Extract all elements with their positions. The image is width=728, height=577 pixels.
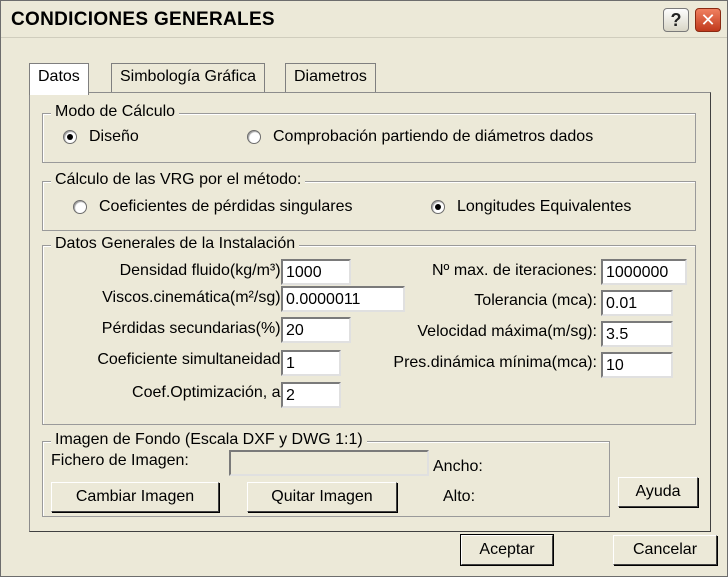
tab-panel-datos: Modo de Cálculo Diseño Comprobación part…: [29, 92, 711, 532]
input-pres-dinamica-minima[interactable]: 10: [601, 352, 673, 378]
radio-indicator[interactable]: [63, 130, 77, 144]
label-coeficiente-simultaneidad: Coeficiente simultaneidad:: [97, 351, 285, 368]
label-densidad-fluido: Densidad fluido(kg/m³):: [119, 262, 285, 279]
input-fichero-imagen[interactable]: [229, 450, 429, 476]
radio-diseno[interactable]: Diseño: [63, 128, 139, 146]
aceptar-button[interactable]: Aceptar: [460, 534, 554, 566]
radio-longitudes-equivalentes[interactable]: Longitudes Equivalentes: [431, 198, 631, 216]
dialog-window: CONDICIONES GENERALES ? ✕ Datos Simbolog…: [0, 0, 728, 577]
radio-label: Coeficientes de pérdidas singulares: [99, 198, 353, 215]
label-viscosidad-cinematica: Viscos.cinemática(m²/sg):: [102, 289, 285, 306]
group-imagen-fondo: Imagen de Fondo (Escala DXF y DWG 1:1) F…: [42, 431, 610, 517]
group-modo-calculo: Modo de Cálculo Diseño Comprobación part…: [42, 103, 696, 163]
input-viscosidad-cinematica[interactable]: 0.0000011: [281, 286, 405, 312]
tab-simbologia-grafica[interactable]: Simbología Gráfica: [111, 63, 266, 93]
quitar-imagen-button[interactable]: Quitar Imagen: [247, 482, 397, 512]
window-title: CONDICIONES GENERALES: [11, 9, 275, 30]
group-datos-generales: Datos Generales de la Instalación Densid…: [42, 235, 696, 425]
cancelar-button[interactable]: Cancelar: [613, 535, 717, 565]
title-bar: CONDICIONES GENERALES ? ✕: [1, 1, 727, 38]
input-velocidad-maxima[interactable]: 3.5: [601, 321, 673, 347]
radio-label: Comprobación partiendo de diámetros dado…: [273, 128, 594, 145]
label-pres-dinamica-minima: Pres.dinámica mínima(mca):: [393, 354, 597, 371]
group-legend: Modo de Cálculo: [51, 103, 180, 121]
input-coef-optimizacion[interactable]: 2: [281, 382, 341, 408]
radio-label: Longitudes Equivalentes: [457, 198, 632, 215]
label-max-iteraciones: Nº max. de iteraciones:: [431, 262, 597, 279]
radio-label: Diseño: [89, 128, 139, 145]
label-velocidad-maxima: Velocidad máxima(m/sg):: [417, 323, 597, 340]
radio-coeficientes-perdidas[interactable]: Coeficientes de pérdidas singulares: [73, 198, 352, 216]
group-legend: Imagen de Fondo (Escala DXF y DWG 1:1): [51, 431, 367, 449]
label-tolerancia: Tolerancia (mca):: [474, 292, 597, 309]
help-icon[interactable]: ?: [663, 8, 689, 32]
label-ancho: Ancho:: [433, 458, 483, 475]
radio-comprobacion[interactable]: Comprobación partiendo de diámetros dado…: [247, 128, 593, 146]
group-calculo-vrg: Cálculo de las VRG por el método: Coefic…: [42, 171, 696, 231]
group-legend: Datos Generales de la Instalación: [51, 235, 300, 253]
radio-indicator[interactable]: [431, 200, 445, 214]
input-perdidas-secundarias[interactable]: 20: [281, 317, 351, 343]
input-tolerancia[interactable]: 0.01: [601, 290, 673, 316]
tab-diametros[interactable]: Diametros: [285, 63, 376, 93]
radio-indicator[interactable]: [247, 130, 261, 144]
label-perdidas-secundarias: Pérdidas secundarias(%):: [101, 320, 285, 337]
input-max-iteraciones[interactable]: 1000000: [601, 259, 687, 285]
label-fichero-imagen: Fichero de Imagen:: [51, 452, 189, 469]
label-coef-optimizacion: Coef.Optimización, a:: [132, 384, 285, 401]
radio-indicator[interactable]: [73, 200, 87, 214]
tab-datos[interactable]: Datos: [29, 63, 89, 95]
cambiar-imagen-button[interactable]: Cambiar Imagen: [51, 482, 219, 512]
group-legend: Cálculo de las VRG por el método:: [51, 171, 306, 189]
close-icon[interactable]: ✕: [695, 8, 721, 32]
input-coeficiente-simultaneidad[interactable]: 1: [281, 350, 341, 376]
ayuda-button[interactable]: Ayuda: [618, 477, 698, 507]
input-densidad-fluido[interactable]: 1000: [281, 259, 351, 285]
label-alto: Alto:: [443, 488, 476, 505]
